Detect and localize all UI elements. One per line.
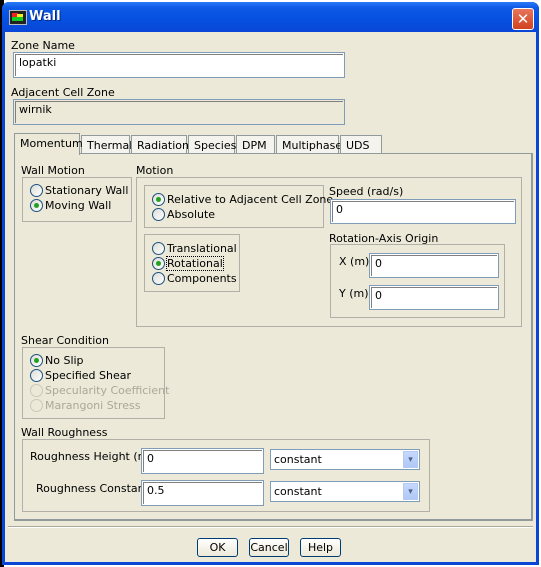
close-icon: ✕ xyxy=(516,10,530,28)
motion-reference-group: Relative to Adjacent Cell Zone Absolute xyxy=(144,185,333,228)
zone-name-input[interactable]: lopatki xyxy=(13,52,345,78)
wall-motion-group: Stationary Wall Moving Wall xyxy=(22,177,132,222)
shear-condition-title: Shear Condition xyxy=(21,334,109,347)
tab-species[interactable]: Species xyxy=(188,135,236,154)
dialog-client-area: Zone Name lopatki Adjacent Cell Zone wir… xyxy=(5,32,536,562)
fluent-app-icon xyxy=(9,10,27,25)
window-title: Wall xyxy=(29,9,61,24)
radio-checked-icon xyxy=(30,354,43,367)
tab-thermal[interactable]: Thermal xyxy=(81,135,132,154)
close-button[interactable]: ✕ xyxy=(512,8,534,30)
roughness-constant-input[interactable]: 0.5 xyxy=(141,480,264,506)
y-origin-label: Y (m) xyxy=(339,287,369,300)
roughness-height-input[interactable]: 0 xyxy=(141,448,264,474)
radio-disabled-icon xyxy=(30,399,43,412)
speed-label: Speed (rad/s) xyxy=(329,185,404,198)
momentum-tab-panel: Wall Motion Stationary Wall Moving Wall … xyxy=(14,153,533,521)
wall-roughness-title: Wall Roughness xyxy=(21,426,108,439)
shear-condition-group: No Slip Specified Shear Specularity Coef… xyxy=(22,347,169,419)
radio-unchecked-icon xyxy=(30,184,43,197)
motion-title: Motion xyxy=(136,164,174,177)
ok-button[interactable]: OK xyxy=(197,538,238,557)
roughness-height-label: Roughness Height (m) xyxy=(30,450,153,463)
chevron-down-icon[interactable]: ▾ xyxy=(403,483,418,500)
tab-multiphase[interactable]: Multiphase xyxy=(276,135,342,154)
radio-unchecked-icon xyxy=(152,272,165,285)
radio-checked-icon xyxy=(152,193,165,206)
speed-input[interactable]: 0 xyxy=(330,199,516,224)
tab-radiation[interactable]: Radiation xyxy=(131,135,189,154)
rotation-axis-origin-group: X (m) 0 Y (m) 0 xyxy=(330,244,505,318)
radio-unchecked-icon xyxy=(152,208,165,221)
radio-unchecked-icon xyxy=(152,242,165,255)
tab-dpm[interactable]: DPM xyxy=(236,135,275,154)
roughness-constant-label: Roughness Constant xyxy=(36,482,149,495)
radio-disabled-icon xyxy=(30,384,43,397)
tab-uds[interactable]: UDS xyxy=(340,135,382,154)
x-origin-input[interactable]: 0 xyxy=(369,253,499,278)
title-bar[interactable]: Wall ✕ xyxy=(2,2,539,32)
wall-roughness-group: Roughness Height (m) 0 constant ▾ Roughn… xyxy=(22,439,430,512)
help-button[interactable]: Help xyxy=(300,538,341,557)
adjacent-cell-zone-field: wirnik xyxy=(13,99,345,125)
wall-motion-title: Wall Motion xyxy=(21,164,85,177)
button-separator xyxy=(8,526,533,528)
roughness-constant-method-select[interactable]: constant ▾ xyxy=(270,481,420,502)
radio-unchecked-icon xyxy=(30,369,43,382)
cancel-button[interactable]: Cancel xyxy=(249,538,289,557)
adjacent-cell-zone-value: wirnik xyxy=(19,103,52,116)
y-origin-input[interactable]: 0 xyxy=(369,285,499,310)
chevron-down-icon[interactable]: ▾ xyxy=(403,451,418,468)
roughness-height-method-select[interactable]: constant ▾ xyxy=(270,449,420,470)
radio-checked-icon xyxy=(152,257,165,270)
zone-name-label: Zone Name xyxy=(11,39,75,52)
tab-momentum[interactable]: Momentum xyxy=(14,133,83,155)
radio-checked-icon xyxy=(30,199,43,212)
zone-name-value: lopatki xyxy=(19,56,57,69)
wall-dialog: Wall ✕ Zone Name lopatki Adjacent Cell Z… xyxy=(2,2,539,565)
motion-group: Relative to Adjacent Cell Zone Absolute … xyxy=(136,177,522,327)
adjacent-cell-zone-label: Adjacent Cell Zone xyxy=(11,86,115,99)
motion-type-group: Translational Rotational Components xyxy=(144,234,240,292)
x-origin-label: X (m) xyxy=(339,255,370,268)
